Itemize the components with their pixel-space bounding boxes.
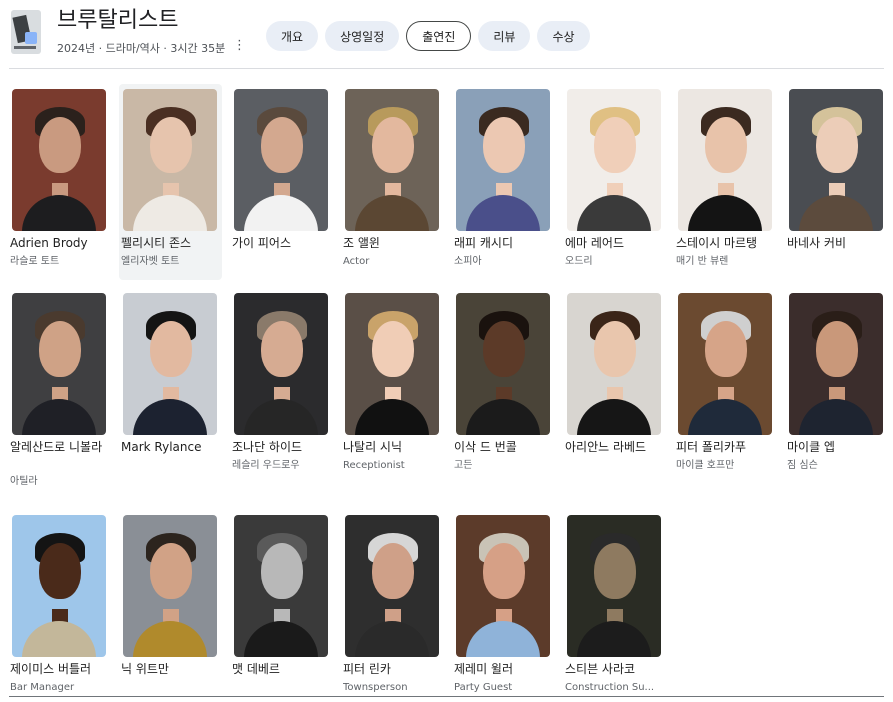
cast-role: Receptionist <box>343 460 405 471</box>
cast-name: 이삭 드 번콜 <box>454 440 517 454</box>
cast-card[interactable]: 스테이시 마르탱매기 반 뷰렌 <box>674 84 777 280</box>
cast-role: 레슬리 우드로우 <box>232 460 300 471</box>
cast-name: 제이미스 버틀러 <box>10 662 92 676</box>
cast-name: 제레미 윌러 <box>454 662 514 676</box>
cast-card[interactable]: 에마 레어드오드리 <box>563 84 666 280</box>
cast-photo[interactable] <box>456 293 550 435</box>
cast-photo[interactable] <box>567 293 661 435</box>
tab-awards[interactable]: 수상 <box>537 21 590 51</box>
section-tabs: 개요 상영일정 출연진 리뷰 수상 <box>266 21 590 51</box>
cast-photo[interactable] <box>678 293 772 435</box>
cast-photo[interactable] <box>567 515 661 657</box>
cast-photo[interactable] <box>345 515 439 657</box>
cast-photo[interactable] <box>345 293 439 435</box>
tab-cast[interactable]: 출연진 <box>406 21 472 51</box>
cast-name: 피터 폴리카푸 <box>676 440 747 454</box>
tab-showtimes[interactable]: 상영일정 <box>325 21 400 51</box>
cast-role: 마이클 호프만 <box>676 460 735 471</box>
cast-photo[interactable] <box>345 89 439 231</box>
tab-reviews[interactable]: 리뷰 <box>478 21 531 51</box>
tab-overview[interactable]: 개요 <box>266 21 319 51</box>
cast-name: 조 앨윈 <box>343 236 380 250</box>
cast-card[interactable]: 나탈리 시닉 Receptionist <box>341 288 444 484</box>
cast-card[interactable]: 닉 위트만 <box>119 510 222 696</box>
cast-name: 래피 캐시디 <box>454 236 514 250</box>
cast-name: 맷 데베르 <box>232 662 280 676</box>
cast-card[interactable]: 맷 데베르 <box>230 510 333 696</box>
cast-card[interactable]: 아리안느 라베드 <box>563 288 666 484</box>
cast-name: 알레산드로 니볼라 <box>10 440 103 454</box>
movie-meta: 2024년 · 드라마/역사 · 3시간 35분 <box>57 42 226 55</box>
cast-role: 아틸라 <box>10 476 38 487</box>
cast-role: 짐 심슨 <box>787 460 818 471</box>
cast-card[interactable]: 바네사 커비 <box>785 84 888 280</box>
cast-role: Townsperson <box>343 682 408 693</box>
movie-poster-thumbnail[interactable] <box>11 10 41 54</box>
cast-role: Bar Manager <box>10 682 75 693</box>
cast-card[interactable]: 펠리시티 존스엘리자벳 토트 <box>119 84 222 280</box>
cast-name: 스티븐 사라코 <box>565 662 636 676</box>
cast-name: Adrien Brody <box>10 236 88 250</box>
cast-role: 소피아 <box>454 256 482 267</box>
cast-role: 고든 <box>454 460 473 471</box>
cast-photo[interactable] <box>456 89 550 231</box>
cast-name: 나탈리 시닉 <box>343 440 403 454</box>
cast-name: 피터 린카 <box>343 662 391 676</box>
cast-card[interactable]: 제레미 윌러 Party Guest <box>452 510 555 696</box>
header-divider <box>9 68 884 69</box>
cast-card[interactable]: 스티븐 사라코 Construction Su... <box>563 510 666 696</box>
cast-photo[interactable] <box>123 89 217 231</box>
cast-photo[interactable] <box>234 515 328 657</box>
cast-photo[interactable] <box>12 515 106 657</box>
cast-photo[interactable] <box>12 89 106 231</box>
cast-card[interactable]: 알레산드로 니볼라아틸라 <box>8 288 111 487</box>
cast-card[interactable]: 조 앨윈 Actor <box>341 84 444 280</box>
cast-photo[interactable] <box>234 89 328 231</box>
cast-name: 펠리시티 존스 <box>121 236 192 250</box>
cast-name: 마이클 엡 <box>787 440 835 454</box>
cast-role: 매기 반 뷰렌 <box>676 256 729 267</box>
cast-role: Actor <box>343 256 370 267</box>
cast-photo[interactable] <box>567 89 661 231</box>
cast-card[interactable]: 제이미스 버틀러 Bar Manager <box>8 510 111 696</box>
cast-name: Mark Rylance <box>121 440 202 454</box>
cast-photo[interactable] <box>234 293 328 435</box>
movie-header: 브루탈리스트 2024년 · 드라마/역사 · 3시간 35분 ⋮ 개요 상영일… <box>0 0 893 70</box>
cast-role: Construction Su... <box>565 682 655 693</box>
cast-name: 에마 레어드 <box>565 236 625 250</box>
cast-name: 조나단 하이드 <box>232 440 303 454</box>
cast-name: 스테이시 마르탱 <box>676 236 758 250</box>
movie-title: 브루탈리스트 <box>57 8 179 33</box>
cast-name: 가이 피어스 <box>232 236 292 250</box>
cast-photo[interactable] <box>123 293 217 435</box>
bottom-divider <box>9 696 884 697</box>
cast-role: 라슬로 토트 <box>10 256 60 267</box>
cast-card[interactable]: Mark Rylance <box>119 288 222 484</box>
cast-role: 오드리 <box>565 256 593 267</box>
cast-card[interactable]: 래피 캐시디소피아 <box>452 84 555 280</box>
cast-photo[interactable] <box>789 89 883 231</box>
cast-name: 바네사 커비 <box>787 236 847 250</box>
cast-photo[interactable] <box>123 515 217 657</box>
cast-card[interactable]: 가이 피어스 <box>230 84 333 280</box>
cast-card[interactable]: 이삭 드 번콜고든 <box>452 288 555 484</box>
cast-card[interactable]: 마이클 엡짐 심슨 <box>785 288 888 484</box>
cast-card[interactable]: 피터 폴리카푸마이클 호프만 <box>674 288 777 484</box>
cast-role: 엘리자벳 토트 <box>121 256 180 267</box>
cast-photo[interactable] <box>456 515 550 657</box>
more-options-icon[interactable]: ⋮ <box>233 38 246 53</box>
cast-photo[interactable] <box>12 293 106 435</box>
cast-name: 닉 위트만 <box>121 662 169 676</box>
cast-card[interactable]: 조나단 하이드레슬리 우드로우 <box>230 288 333 484</box>
cast-card[interactable]: 피터 린카 Townsperson <box>341 510 444 696</box>
cast-photo[interactable] <box>789 293 883 435</box>
cast-photo[interactable] <box>678 89 772 231</box>
cast-card[interactable]: Adrien Brody 라슬로 토트 <box>8 84 111 280</box>
cast-role: Party Guest <box>454 682 513 693</box>
cast-name: 아리안느 라베드 <box>565 440 647 454</box>
